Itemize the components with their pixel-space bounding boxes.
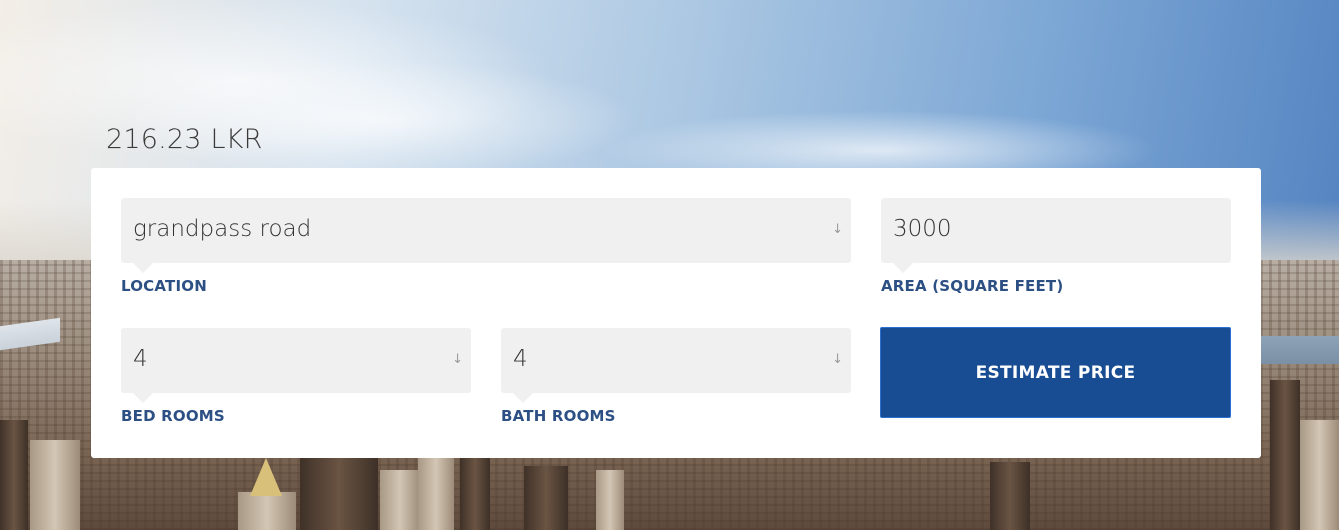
estimated-price: 216.23 LKR xyxy=(106,124,263,155)
bathrooms-value: 4 xyxy=(513,346,528,372)
bedrooms-value: 4 xyxy=(133,346,148,372)
location-select[interactable]: grandpass road ↓ xyxy=(121,198,851,273)
building xyxy=(524,466,568,530)
building xyxy=(380,470,420,530)
bedrooms-label: BED ROOMS xyxy=(121,407,225,425)
building xyxy=(596,470,624,530)
bathrooms-label: BATH ROOMS xyxy=(501,407,616,425)
bathrooms-select[interactable]: 4 ↓ xyxy=(501,328,851,403)
area-value: 3000 xyxy=(893,216,952,242)
estimate-price-button[interactable]: ESTIMATE PRICE xyxy=(880,327,1231,418)
building xyxy=(0,420,28,530)
building xyxy=(238,492,296,530)
building xyxy=(460,458,490,530)
building xyxy=(1300,420,1339,530)
building-spire xyxy=(250,458,282,496)
building xyxy=(300,458,378,530)
estimate-form-card: grandpass road ↓ LOCATION 3000 AREA (SQU… xyxy=(91,168,1261,458)
arrow-down-icon: ↓ xyxy=(832,222,843,237)
building xyxy=(990,462,1030,530)
arrow-down-icon: ↓ xyxy=(832,352,843,367)
river-right xyxy=(1260,336,1339,364)
location-value: grandpass road xyxy=(133,216,312,242)
building xyxy=(418,458,454,530)
cloud xyxy=(120,60,640,180)
arrow-down-icon: ↓ xyxy=(452,352,463,367)
area-input[interactable]: 3000 xyxy=(881,198,1231,273)
bedrooms-select[interactable]: 4 ↓ xyxy=(121,328,471,403)
building xyxy=(1270,380,1300,530)
location-label: LOCATION xyxy=(121,277,207,295)
building xyxy=(30,440,80,530)
area-label: AREA (SQUARE FEET) xyxy=(881,277,1064,295)
